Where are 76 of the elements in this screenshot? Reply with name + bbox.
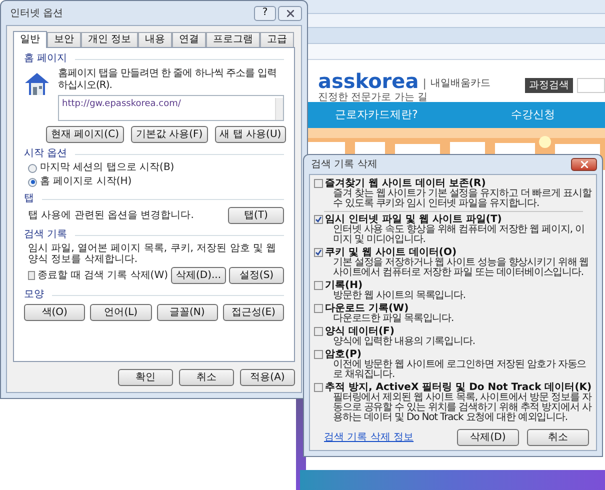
checkbox[interactable] xyxy=(28,271,35,280)
search-field[interactable] xyxy=(577,78,605,93)
option-label: 추적 방지, ActiveX 필터링 및 Do Not Track 데이터(K) xyxy=(325,382,593,393)
window-title: 인터넷 옵션 xyxy=(9,6,64,20)
checkbox[interactable] xyxy=(314,248,323,257)
option-label: 암호(P) xyxy=(325,349,362,360)
history-button[interactable]: 설정(S) xyxy=(229,267,284,284)
section-heading: 검색 기록 xyxy=(24,229,68,241)
option-description: 필터링에서 제외된 웹 사이트 목록, 사이트에서 방문 정보를 자동으로 공유할 수 있는 위치를 검색하기 위해 추적 방지에서 사용하는 데이터 및 Do Not Track 요청에 대한 예외입니다. xyxy=(332,393,593,423)
close-button[interactable] xyxy=(571,158,597,171)
dialog-button[interactable]: 확인 xyxy=(118,369,173,386)
tabs-hint: 탭 사용에 관련된 옵션을 변경합니다. xyxy=(28,210,194,222)
checkbox[interactable] xyxy=(314,383,323,392)
option-description: 이전에 방문한 웹 사이트에 로그인하면 저장된 암호가 자동으로 채워집니다. xyxy=(332,360,588,380)
checkbox[interactable] xyxy=(314,179,323,188)
dialog-button[interactable]: 취소 xyxy=(527,429,589,446)
home-page-button[interactable]: 현재 페이지(C) xyxy=(46,126,124,143)
option-description: 인터넷 사용 속도 향상을 위해 컴퓨터에 저장한 웹 페이지, 이미지 및 미디어입니다. xyxy=(332,225,586,245)
option-label: 양식 데이터(F) xyxy=(325,326,395,337)
option-label: 임시 인터넷 파일 및 웹 사이트 파일(T) xyxy=(325,214,502,225)
help-button[interactable]: ? xyxy=(254,6,276,20)
close-icon xyxy=(286,10,294,16)
section-heading: 시작 옵션 xyxy=(24,148,68,160)
dialog-button[interactable]: 삭제(D) xyxy=(457,429,519,446)
history-hint: 임시 파일, 열어본 페이지 목록, 쿠키, 저장된 암호 및 웹 양식 정보를 삭제합니다. xyxy=(27,243,278,265)
checkbox[interactable] xyxy=(314,327,323,336)
appearance-button[interactable]: 글꼴(N) xyxy=(156,304,218,321)
section-heading: 탭 xyxy=(24,193,34,205)
option-label: 즐겨찾기 웹 사이트 데이터 보존(R) xyxy=(325,178,486,189)
home-page-button[interactable]: 기본값 사용(F) xyxy=(130,126,208,143)
tab[interactable]: 고급 xyxy=(260,32,294,47)
option-label: 쿠키 및 웹 사이트 데이터(O) xyxy=(325,247,457,258)
radio-label: 홈 페이지로 시작(H) xyxy=(40,176,132,188)
option-description: 방문한 웹 사이트의 목록입니다. xyxy=(332,291,467,301)
history-button[interactable]: 삭제(D)... xyxy=(171,267,226,284)
option-description: 기본 설정을 저장하거나 웹 사이트 성능을 향상시키기 위해 웹 사이트에서 컴퓨터로 저장한 파일 또는 데이터베이스입니다. xyxy=(332,258,590,278)
appearance-button[interactable]: 색(O) xyxy=(24,304,86,321)
help-link[interactable]: 검색 기록 삭제 정보 xyxy=(324,430,414,445)
home-page-button[interactable]: 새 탭 사용(U) xyxy=(214,126,286,143)
checkbox[interactable] xyxy=(314,281,323,290)
home-page-hint: 홈페이지 탭을 만들려면 한 줄에 하나씩 주소를 입력하십시오(R). xyxy=(58,68,278,92)
tab[interactable]: 개인 정보 xyxy=(81,32,138,47)
url-field[interactable]: http://gw.epasskorea.com/ xyxy=(58,95,284,121)
search-button[interactable]: 과정검색 xyxy=(525,78,573,93)
option-description: 양식에 입력한 내용의 기록입니다. xyxy=(332,337,476,347)
appearance-button[interactable]: 언어(L) xyxy=(90,304,152,321)
logo-caption: 내일배움카드 xyxy=(430,77,490,91)
radio-button[interactable] xyxy=(28,178,37,186)
checkbox[interactable] xyxy=(314,350,323,359)
radio-label: 마지막 세션의 탭으로 시작(B) xyxy=(40,162,174,174)
tab[interactable]: 연결 xyxy=(172,32,206,47)
checkbox-label: 종료할 때 검색 기록 삭제(W) xyxy=(38,270,168,282)
section-heading: 홈 페이지 xyxy=(24,53,68,65)
option-description: 즐겨 찾는 웹 사이트가 기본 설정을 유지하고 더 빠르게 표시할 수 있도록 쿠키와 임시 인터넷 파일을 유지합니다. xyxy=(332,189,593,209)
section-heading: 모양 xyxy=(24,289,44,301)
window-title: 검색 기록 삭제 xyxy=(310,158,378,172)
checkbox[interactable] xyxy=(314,304,323,313)
dialog-button[interactable]: 적용(A) xyxy=(240,369,295,386)
tabs-button[interactable]: 탭(T) xyxy=(228,207,284,224)
site-logo: asskorea xyxy=(318,70,419,92)
checkbox[interactable] xyxy=(314,215,323,224)
dialog-button[interactable]: 취소 xyxy=(179,369,234,386)
tab[interactable]: 보안 xyxy=(47,32,81,47)
option-label: 다운로드 기록(W) xyxy=(325,303,409,314)
site-tagline: 진정한 전문가로 가는 길 xyxy=(318,92,429,104)
house-icon xyxy=(24,72,50,96)
tab[interactable]: 프로그램 xyxy=(206,32,260,47)
logo-divider: | xyxy=(422,76,426,92)
close-button[interactable] xyxy=(278,6,302,20)
option-label: 기록(H) xyxy=(325,280,364,291)
option-description: 다운로드한 파일 목록입니다. xyxy=(332,314,455,324)
radio-button[interactable] xyxy=(28,164,37,172)
appearance-button[interactable]: 접근성(E) xyxy=(222,304,284,321)
tab[interactable]: 내용 xyxy=(138,32,172,47)
close-icon xyxy=(580,161,588,168)
tab[interactable]: 일반 xyxy=(13,31,47,48)
